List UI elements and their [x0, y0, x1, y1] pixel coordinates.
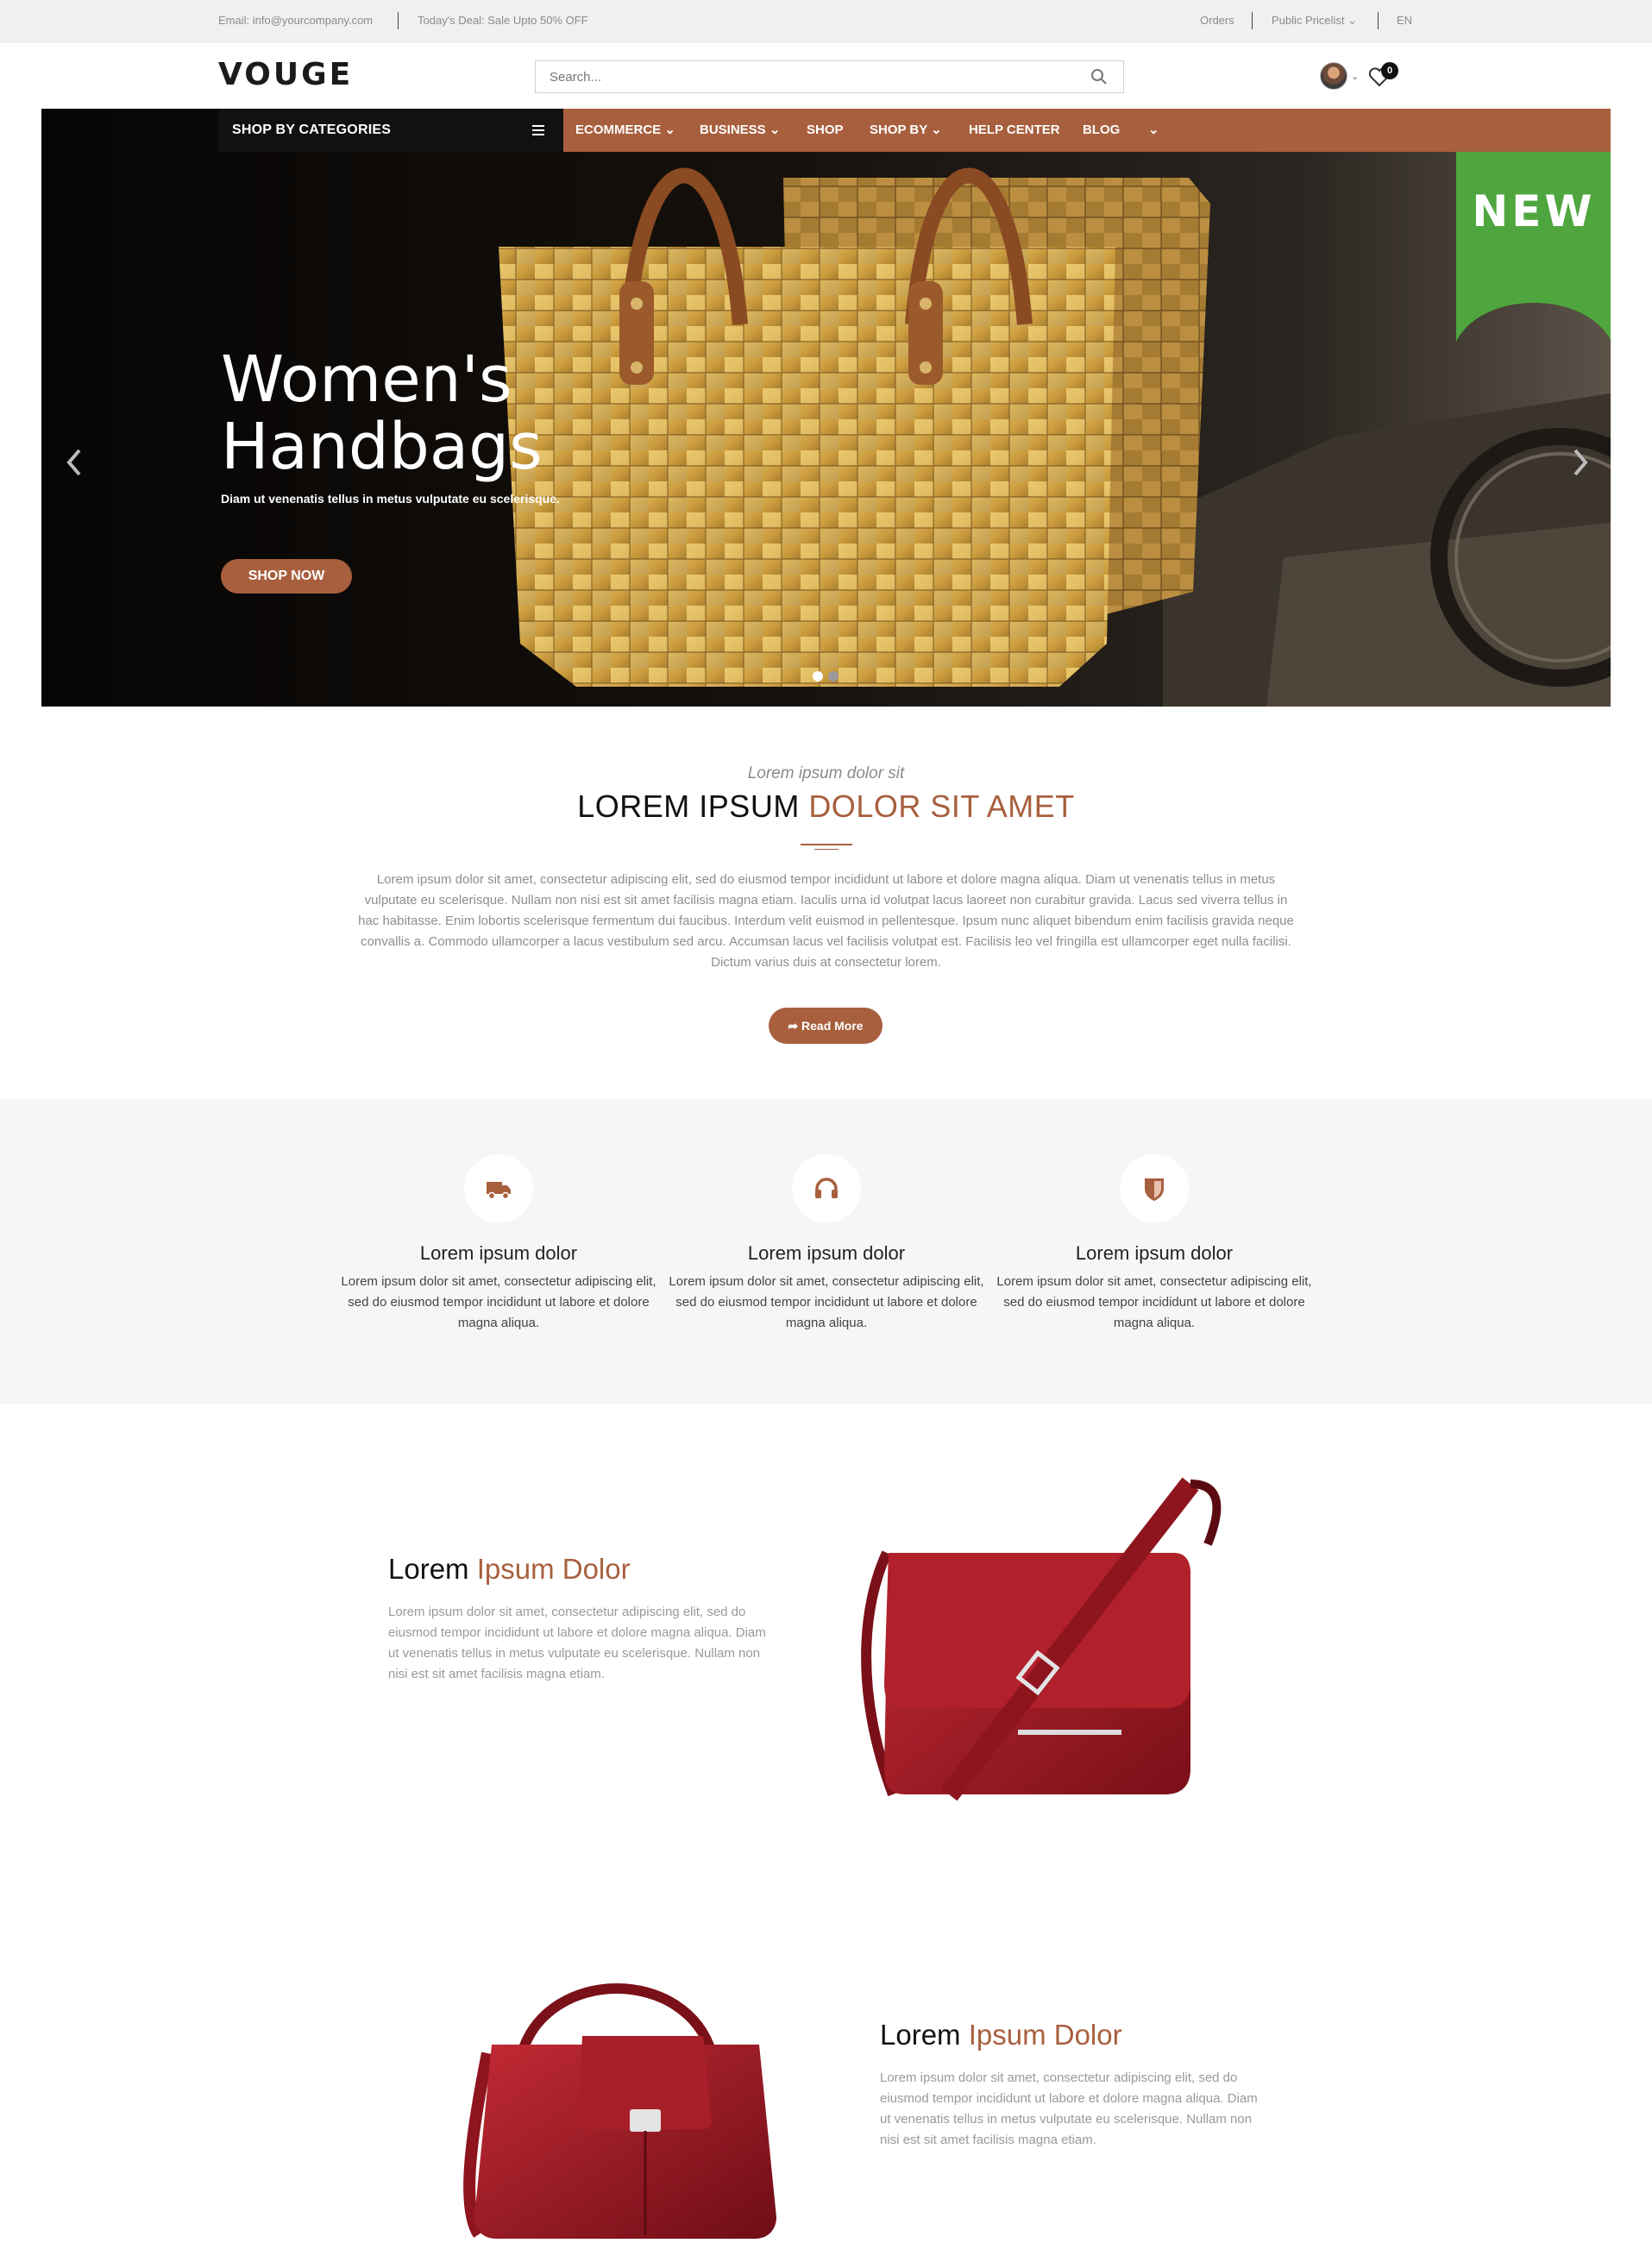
product-title-accent: Ipsum Dolor	[476, 1553, 631, 1585]
share-arrow-icon: ➦	[788, 1019, 802, 1033]
feature-text: Lorem ipsum dolor sit amet, consectetur …	[669, 1274, 984, 1330]
new-ribbon-label: NEW	[1472, 186, 1596, 236]
shield-icon	[1145, 1178, 1164, 1201]
top-bar: Email: info@yourcompany.com Today's Deal…	[0, 0, 1652, 43]
search-icon[interactable]	[1090, 68, 1108, 85]
search-box	[535, 60, 1124, 93]
topbar-email: Email: info@yourcompany.com	[218, 14, 374, 27]
feature-title: Lorem ipsum dolor	[1075, 1242, 1234, 1264]
menu-bar: ECOMMERCE ⌄ BUSINESS ⌄ SHOP SHOP BY ⌄ HE…	[563, 109, 1611, 152]
features-section: Lorem ipsum dolor Lorem ipsum dolor sit …	[0, 1099, 1652, 1404]
feature-icon-circle	[792, 1154, 861, 1223]
intro-title: LOREM IPSUM DOLOR SIT AMET	[0, 789, 1652, 825]
hero-subtitle: Diam ut venenatis tellus in metus vulput…	[221, 492, 560, 506]
hero-title-line: Handbags	[221, 410, 543, 484]
product-section-title: Lorem Ipsum Dolor	[880, 2019, 1122, 2051]
intro-kicker: Lorem ipsum dolor sit	[747, 764, 905, 782]
title-underline	[814, 849, 839, 850]
chevron-right-icon[interactable]	[1570, 445, 1591, 480]
truck-icon	[487, 1182, 511, 1200]
topbar-orders-link[interactable]: Orders	[1200, 14, 1234, 27]
read-more-label: Read More	[801, 1019, 864, 1033]
headphones-icon	[815, 1178, 838, 1198]
red-handbag-image	[463, 1983, 776, 2239]
topbar-pricelist-dropdown[interactable]: Public Pricelist ⌄	[1272, 14, 1357, 28]
nav-item-shop[interactable]: SHOP	[807, 109, 844, 152]
hero-title-line: Women's	[221, 342, 512, 417]
search-input[interactable]	[536, 61, 1053, 92]
cart-count-badge: 0	[1381, 62, 1398, 79]
topbar-divider	[1378, 12, 1379, 29]
product-title-plain: Lorem	[880, 2019, 969, 2051]
product-section-text: Lorem ipsum dolor sit amet, consectetur …	[388, 1605, 766, 1681]
shop-now-button[interactable]: SHOP NOW	[221, 559, 352, 594]
feature-text: Lorem ipsum dolor sit amet, consectetur …	[341, 1274, 656, 1330]
menu-icon[interactable]	[532, 125, 544, 135]
shop-by-categories-button[interactable]: SHOP BY CATEGORIES	[218, 109, 563, 152]
nav-item-business[interactable]: BUSINESS ⌄	[700, 109, 780, 152]
topbar-divider	[1252, 12, 1253, 29]
intro-body: Lorem ipsum dolor sit amet, consectetur …	[358, 872, 1294, 970]
product-title-plain: Lorem	[388, 1553, 477, 1585]
red-crossbody-bag-image	[861, 1477, 1222, 1801]
product-title-accent: Ipsum Dolor	[968, 2019, 1122, 2051]
intro-title-accent: DOLOR SIT AMET	[808, 789, 1075, 824]
slider-dot[interactable]	[828, 671, 839, 682]
site-logo[interactable]: VOUGE	[218, 57, 353, 92]
feature-text: Lorem ipsum dolor sit amet, consectetur …	[996, 1274, 1312, 1330]
topbar-divider	[398, 12, 399, 29]
topbar-language-dropdown[interactable]: EN	[1397, 14, 1412, 27]
title-underline	[801, 844, 852, 845]
site-header: VOUGE ⌄ 0	[0, 43, 1652, 109]
hero-slider: NEW Women's Handbags Diam ut venenatis t…	[41, 109, 1611, 707]
feature-icon-circle	[464, 1154, 533, 1223]
feature-title: Lorem ipsum dolor	[419, 1242, 578, 1264]
nav-item-more[interactable]: ⌄	[1148, 109, 1159, 152]
nav-item-blog[interactable]: BLOG	[1083, 109, 1120, 152]
nav-item-help-center[interactable]: HELP CENTER	[969, 109, 1060, 152]
main-navbar: SHOP BY CATEGORIES ECOMMERCE ⌄ BUSINESS …	[41, 109, 1611, 152]
feature-icon-circle	[1120, 1154, 1189, 1223]
topbar-deal: Today's Deal: Sale Upto 50% OFF	[418, 14, 588, 27]
categories-label: SHOP BY CATEGORIES	[232, 123, 392, 137]
chevron-left-icon[interactable]	[64, 445, 85, 480]
hero-title: Women's Handbags	[221, 346, 543, 481]
user-avatar[interactable]	[1320, 62, 1347, 90]
intro-title-plain: LOREM IPSUM	[577, 789, 809, 824]
product-section-title: Lorem Ipsum Dolor	[388, 1553, 631, 1586]
nav-item-shop-by[interactable]: SHOP BY ⌄	[870, 109, 942, 152]
chevron-down-icon[interactable]: ⌄	[1351, 71, 1359, 82]
nav-item-ecommerce[interactable]: ECOMMERCE ⌄	[575, 109, 675, 152]
product-section-text: Lorem ipsum dolor sit amet, consectetur …	[880, 2070, 1258, 2147]
feature-title: Lorem ipsum dolor	[747, 1242, 906, 1264]
read-more-button[interactable]: ➦ Read More	[769, 1008, 883, 1044]
slider-dot-active[interactable]	[813, 671, 823, 682]
